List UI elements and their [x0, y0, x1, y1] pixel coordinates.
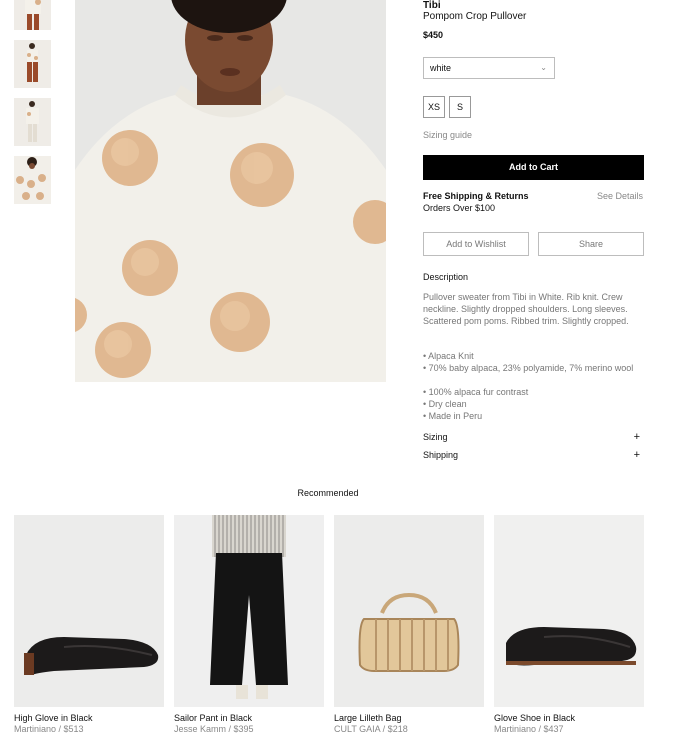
recommended-title[interactable]: High Glove in Black — [14, 713, 164, 724]
product-thumbnail[interactable] — [14, 156, 51, 204]
accordion-shipping[interactable]: Shipping + — [423, 449, 644, 461]
description-bullet: • Alpaca Knit — [423, 351, 474, 361]
recommended-title[interactable]: Glove Shoe in Black — [494, 713, 644, 724]
description-bullet: • 70% baby alpaca, 23% polyamide, 7% mer… — [423, 363, 634, 373]
product-thumbnail[interactable] — [14, 40, 51, 88]
accordion-label: Shipping — [423, 450, 459, 460]
recommended-card[interactable]: Sailor Pant in Black Jesse Kamm / $395 — [174, 515, 324, 735]
share-button[interactable]: Share — [538, 232, 644, 256]
recommended-meta: Martiniano / $437 — [494, 724, 564, 734]
product-brand[interactable]: Tibi — [423, 0, 441, 11]
shipping-subtitle: Orders Over $100 — [423, 203, 496, 213]
chevron-down-icon: ⌄ — [540, 63, 547, 72]
product-price: $450 — [423, 30, 444, 40]
color-select-value: white — [430, 63, 452, 73]
recommended-meta: CULT GAIA / $218 — [334, 724, 408, 734]
plus-icon[interactable]: + — [634, 431, 640, 443]
description-heading: Description — [423, 272, 469, 282]
sizing-guide-link[interactable]: Sizing guide — [423, 130, 472, 140]
recommended-card[interactable]: Large Lilleth Bag CULT GAIA / $218 — [334, 515, 484, 735]
recommended-title[interactable]: Large Lilleth Bag — [334, 713, 484, 724]
size-option-s[interactable]: S — [449, 96, 471, 118]
recommended-image[interactable] — [174, 515, 324, 707]
see-details-link[interactable]: See Details — [597, 191, 643, 201]
recommended-meta: Martiniano / $513 — [14, 724, 84, 734]
recommended-image[interactable] — [334, 515, 484, 707]
recommended-image[interactable] — [14, 515, 164, 707]
plus-icon[interactable]: + — [634, 449, 640, 461]
recommended-card[interactable]: High Glove in Black Martiniano / $513 — [14, 515, 164, 735]
accordion-label: Sizing — [423, 432, 448, 442]
product-thumbnail[interactable] — [14, 98, 51, 146]
add-to-cart-button[interactable]: Add to Cart — [423, 155, 644, 180]
product-thumbnail[interactable] — [14, 0, 51, 30]
description-bullet: • Dry clean — [423, 399, 467, 409]
description-bullet: • Made in Peru — [423, 411, 483, 421]
product-main-image[interactable] — [75, 0, 386, 382]
size-option-xs[interactable]: XS — [423, 96, 445, 118]
color-select[interactable]: white ⌄ — [423, 57, 555, 79]
recommended-meta: Jesse Kamm / $395 — [174, 724, 254, 734]
description-text: Pullover sweater from Tibi in White. Rib… — [423, 292, 629, 326]
add-to-wishlist-button[interactable]: Add to Wishlist — [423, 232, 529, 256]
description-bullet: • 100% alpaca fur contrast — [423, 387, 529, 397]
recommended-card[interactable]: Glove Shoe in Black Martiniano / $437 — [494, 515, 644, 735]
product-name: Pompom Crop Pullover — [423, 11, 527, 22]
accordion-sizing[interactable]: Sizing + — [423, 431, 644, 443]
recommended-image[interactable] — [494, 515, 644, 707]
recommended-heading: Recommended — [297, 488, 359, 498]
shipping-title: Free Shipping & Returns — [423, 191, 529, 201]
recommended-title[interactable]: Sailor Pant in Black — [174, 713, 324, 724]
